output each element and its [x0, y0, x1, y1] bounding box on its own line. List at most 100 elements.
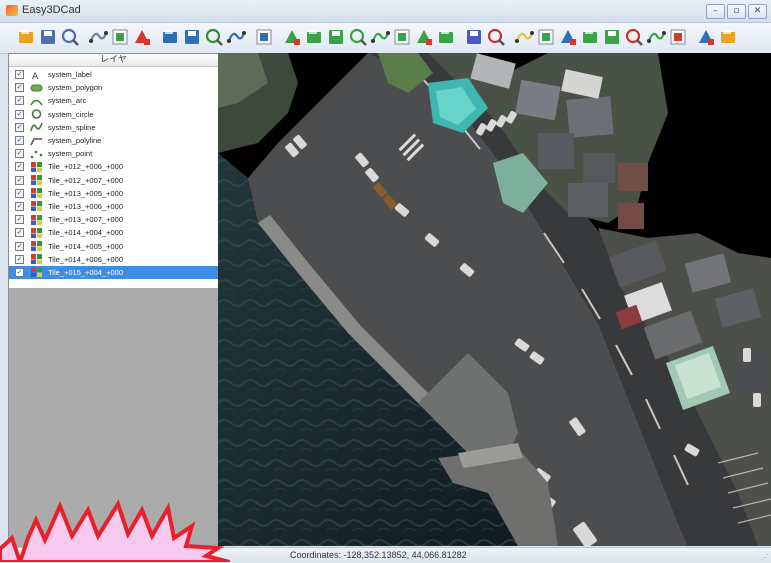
- layer-visibility-checkbox[interactable]: ✓: [15, 228, 24, 238]
- import-icon[interactable]: [696, 27, 716, 47]
- measure-icon[interactable]: [486, 27, 506, 47]
- layer-row[interactable]: ✓ Tile_+015_+004_+000: [9, 265, 218, 279]
- tile-icon: [30, 214, 43, 225]
- label-icon[interactable]: [414, 27, 434, 47]
- minimize-button[interactable]: –: [706, 4, 725, 19]
- settings-icon[interactable]: [718, 27, 738, 47]
- title-bar: Easy3DCad – ▫ ✕: [0, 0, 771, 23]
- draw-points-icon[interactable]: [282, 27, 302, 47]
- zoom-fit-icon[interactable]: [204, 27, 224, 47]
- main-toolbar: [0, 23, 771, 54]
- draw-polygon-icon[interactable]: [348, 27, 368, 47]
- layer-row[interactable]: ✓ system_spline: [9, 121, 218, 134]
- layer-label: Tile_+014_+004_+000: [48, 228, 123, 238]
- layer-panel-header: レイヤ: [9, 54, 218, 67]
- layer-visibility-checkbox[interactable]: ✓: [15, 201, 24, 211]
- layer-visibility-checkbox[interactable]: ✓: [15, 175, 24, 185]
- 3d-box-icon[interactable]: [464, 27, 484, 47]
- erase-icon[interactable]: [668, 27, 688, 47]
- layer-visibility-checkbox[interactable]: ✓: [15, 136, 24, 146]
- select-icon[interactable]: [514, 27, 534, 47]
- pan-icon[interactable]: [226, 27, 246, 47]
- layer-label: Tile_+013_+005_+000: [48, 188, 123, 198]
- point-icon: [30, 149, 43, 159]
- layer-visibility-checkbox[interactable]: ✓: [15, 162, 24, 172]
- polygon-icon: [30, 83, 43, 93]
- layer-row[interactable]: ✓ Tile_+014_+004_+000: [9, 226, 218, 239]
- trim-icon[interactable]: [624, 27, 644, 47]
- save-as-icon[interactable]: [60, 27, 80, 47]
- layer-row[interactable]: ✓ Tile_+014_+005_+000: [9, 239, 218, 252]
- layer-visibility-checkbox[interactable]: ✓: [15, 70, 24, 80]
- layer-label: Tile_+013_+006_+000: [48, 201, 123, 211]
- offset-icon[interactable]: [602, 27, 622, 47]
- layer-row[interactable]: ✓ Tile_+014_+006_+000: [9, 253, 218, 266]
- tile-icon: [30, 161, 43, 172]
- draw-curve-icon[interactable]: [392, 27, 412, 47]
- layer-visibility-checkbox[interactable]: ✓: [15, 109, 24, 119]
- extend-icon[interactable]: [646, 27, 666, 47]
- zoom-out-icon[interactable]: [182, 27, 202, 47]
- layer-label: Tile_+014_+006_+000: [48, 254, 123, 264]
- layer-label: Tile_+014_+005_+000: [48, 241, 123, 251]
- open-icon[interactable]: [16, 27, 36, 47]
- layer-row[interactable]: ✓ Tile_+012_+006_+000: [9, 160, 218, 173]
- tile-icon: [30, 175, 43, 186]
- move-icon[interactable]: [558, 27, 578, 47]
- layer-label: Tile_+012_+006_+000: [48, 162, 123, 172]
- restore-button[interactable]: ▫: [727, 4, 746, 19]
- map-viewport[interactable]: [218, 53, 771, 546]
- window-controls: – ▫ ✕: [706, 4, 767, 19]
- edit-vertex-icon[interactable]: [536, 27, 556, 47]
- export-icon[interactable]: [88, 27, 108, 47]
- layer-visibility-checkbox[interactable]: ✓: [15, 122, 24, 132]
- layer-visibility-checkbox[interactable]: ✓: [15, 188, 24, 198]
- layer-label: system_spline: [48, 122, 96, 132]
- layer-row[interactable]: ✓ system_polygon: [9, 81, 218, 94]
- layer-row[interactable]: ✓ system_arc: [9, 94, 218, 107]
- draw-spline-icon[interactable]: [326, 27, 346, 47]
- layer-visibility-checkbox[interactable]: ✓: [15, 215, 24, 225]
- layer-row[interactable]: ✓ Asystem_label: [9, 68, 218, 82]
- snap-icon[interactable]: [436, 27, 456, 47]
- coordinates-readout: Coordinates: -128,352.13852, 44,066.8128…: [290, 550, 467, 560]
- close-button[interactable]: ✕: [748, 4, 767, 19]
- tile-icon: [30, 227, 43, 238]
- layer-label: system_polygon: [48, 83, 103, 93]
- svg-text:A: A: [32, 72, 39, 80]
- layer-label: system_circle: [48, 109, 94, 119]
- layer-row[interactable]: ✓ system_polyline: [9, 134, 218, 147]
- layer-visibility-checkbox[interactable]: ✓: [15, 83, 24, 93]
- draw-arc-icon[interactable]: [370, 27, 390, 47]
- layer-row[interactable]: ✓ Tile_+013_+007_+000: [9, 213, 218, 226]
- zoom-in-icon[interactable]: [160, 27, 180, 47]
- layer-row[interactable]: ✓ system_circle: [9, 108, 218, 121]
- draw-polyline-icon[interactable]: [304, 27, 324, 47]
- delete-layer-icon[interactable]: [132, 27, 152, 47]
- layer-row[interactable]: ✓ Tile_+012_+007_+000: [9, 174, 218, 187]
- arc-icon: [30, 96, 43, 106]
- layer-visibility-checkbox[interactable]: ✓: [15, 241, 24, 251]
- layer-visibility-checkbox[interactable]: ✓: [15, 267, 24, 277]
- rotate-icon[interactable]: [580, 27, 600, 47]
- undo-icon[interactable]: [254, 27, 274, 47]
- save-icon[interactable]: [38, 27, 58, 47]
- layer-label: Tile_+012_+007_+000: [48, 175, 123, 185]
- layer-label: Tile_+013_+007_+000: [48, 215, 123, 225]
- circle-icon: [30, 109, 43, 119]
- tile-icon: [30, 241, 43, 252]
- layer-label: Tile_+015_+004_+000: [48, 267, 123, 277]
- layer-label: system_label: [48, 70, 92, 80]
- layer-row[interactable]: ✓ Tile_+013_+006_+000: [9, 200, 218, 213]
- layer-row[interactable]: ✓ system_point: [9, 147, 218, 160]
- label-icon: A: [30, 70, 43, 82]
- tile-icon: [30, 254, 43, 265]
- layer-row[interactable]: ✓ Tile_+013_+005_+000: [9, 187, 218, 200]
- layer-visibility-checkbox[interactable]: ✓: [15, 254, 24, 264]
- add-layer-icon[interactable]: [110, 27, 130, 47]
- tile-icon: [30, 201, 43, 212]
- layer-visibility-checkbox[interactable]: ✓: [15, 149, 24, 159]
- app-icon: [6, 5, 18, 16]
- resize-grip-icon[interactable]: ⋰: [761, 553, 769, 562]
- layer-visibility-checkbox[interactable]: ✓: [15, 96, 24, 106]
